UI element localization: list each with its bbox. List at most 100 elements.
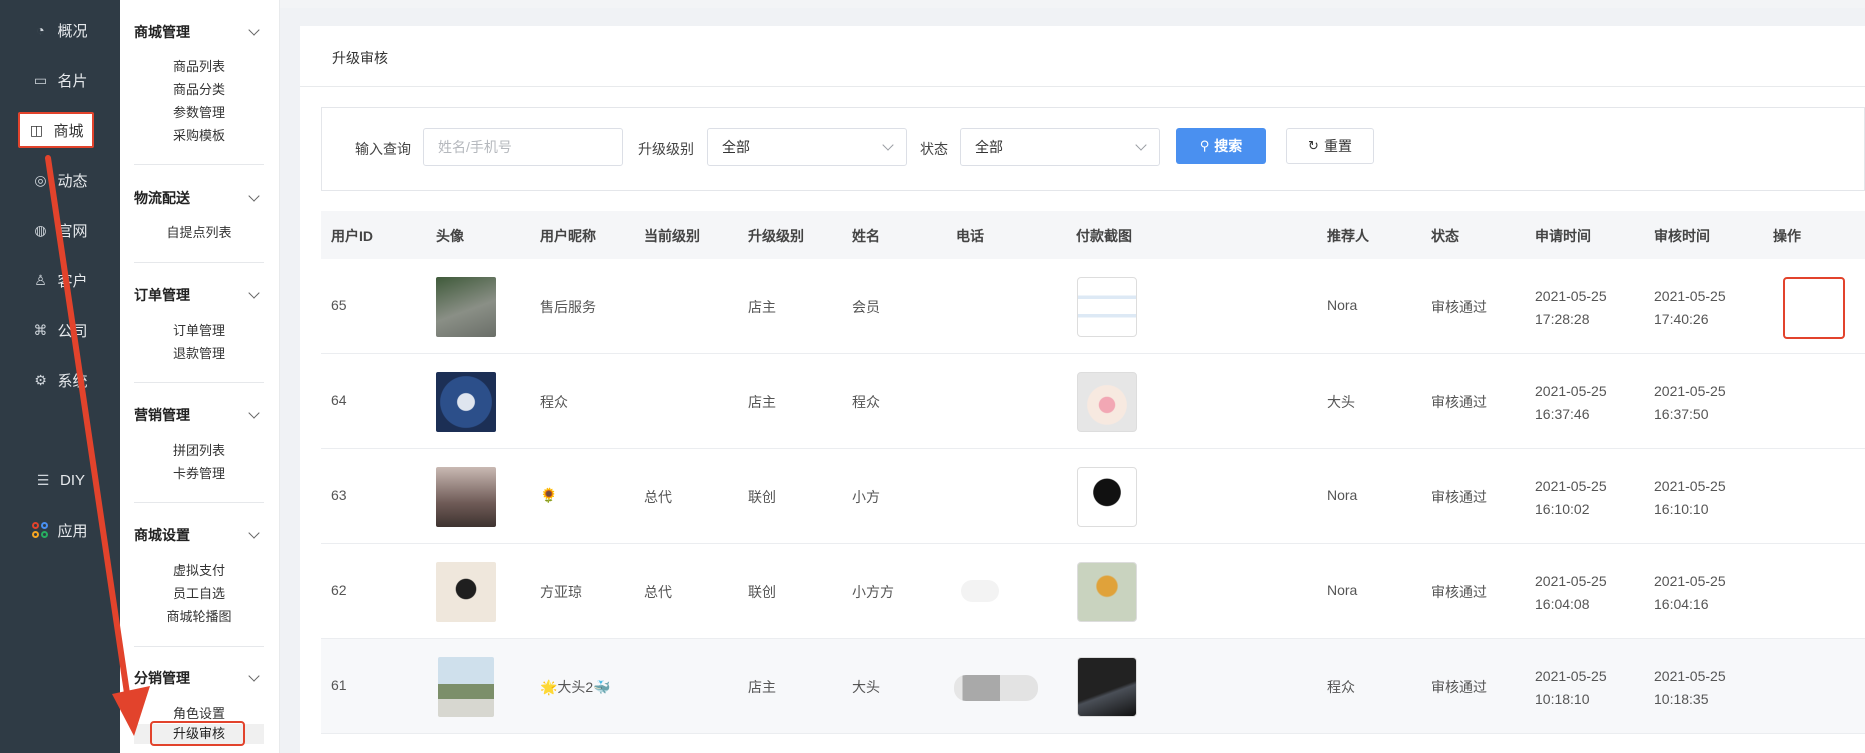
level-select[interactable]: 全部 bbox=[707, 128, 907, 166]
cell-referrer: 程众 bbox=[1327, 679, 1355, 695]
cell-status: 审核通过 bbox=[1431, 299, 1487, 315]
sidebar-item-company[interactable]: ⌘ 公司 bbox=[0, 312, 120, 348]
payment-screenshot[interactable] bbox=[1077, 467, 1137, 527]
title-divider bbox=[300, 86, 1865, 87]
menu-item-staff-select[interactable]: 员工自选 bbox=[134, 583, 264, 602]
table-row: 65 售后服务 店主 会员 Nora 审核通过 2021-05-25 17:28:… bbox=[321, 259, 1865, 354]
th-phone: 电话 bbox=[956, 228, 984, 244]
apps-icon bbox=[32, 522, 49, 538]
th-apply-time: 申请时间 bbox=[1535, 228, 1591, 244]
sidebar-item-apps[interactable]: 应用 bbox=[0, 512, 120, 548]
menu-divider bbox=[134, 502, 264, 503]
menu-group-marketing[interactable]: 营销管理 bbox=[134, 405, 264, 425]
main-sidebar: ◔ 概况 ▭ 名片 ◫ 商城 ◎ 动态 ◍ 官网 ♙ 客户 ⌘ 公司 ⚙ 系统 ☰ DIY 应用 bbox=[0, 0, 120, 753]
payment-screenshot[interactable] bbox=[1077, 562, 1137, 622]
sidebar-item-news[interactable]: ◎ 动态 bbox=[0, 162, 120, 198]
cell-upgrade-level: 店主 bbox=[748, 299, 776, 315]
th-current-level: 当前级别 bbox=[644, 228, 700, 244]
menu-item-role-settings[interactable]: 角色设置 bbox=[134, 703, 264, 722]
menu-group-distribution[interactable]: 分销管理 bbox=[134, 668, 264, 688]
main-panel: 升级审核 输入查询 姓名/手机号 升级级别 全部 状态 全部 ⚲ 搜索 ↻ 重置 用… bbox=[300, 26, 1865, 753]
sidebar-item-mall[interactable]: ◫ 商城 bbox=[18, 112, 94, 148]
menu-item-carousel[interactable]: 商城轮播图 bbox=[134, 606, 264, 625]
table-row: 62 方亚琼 总代 联创 小方方 Nora 审核通过 2021-05-25 16:… bbox=[321, 544, 1865, 639]
th-user-id: 用户ID bbox=[331, 228, 373, 244]
th-nickname: 用户昵称 bbox=[540, 228, 596, 244]
th-referrer: 推荐人 bbox=[1327, 228, 1369, 244]
menu-item-product-list[interactable]: 商品列表 bbox=[134, 56, 264, 75]
menu-divider bbox=[134, 646, 264, 647]
page-title: 升级审核 bbox=[332, 50, 388, 66]
avatar bbox=[436, 562, 496, 622]
cell-nickname: 🌟大头2🐳 bbox=[540, 679, 611, 695]
search-input[interactable]: 姓名/手机号 bbox=[423, 128, 623, 166]
menu-item-refund-manage[interactable]: 退款管理 bbox=[134, 343, 264, 362]
th-payment-screenshot: 付款截图 bbox=[1076, 228, 1132, 244]
search-button[interactable]: ⚲ 搜索 bbox=[1176, 128, 1266, 164]
cell-current-level: 总代 bbox=[644, 489, 672, 505]
actions-highlight[interactable] bbox=[1783, 277, 1845, 339]
sidebar-item-card[interactable]: ▭ 名片 bbox=[0, 62, 120, 98]
cell-referrer: Nora bbox=[1327, 297, 1358, 313]
menu-group-mall[interactable]: 商城管理 bbox=[134, 22, 264, 42]
menu-group-mall-settings[interactable]: 商城设置 bbox=[134, 525, 264, 545]
cell-nickname: 🌻 bbox=[540, 487, 558, 503]
payment-screenshot[interactable] bbox=[1077, 372, 1137, 432]
cell-current-level: 总代 bbox=[644, 584, 672, 600]
menu-item-pickup-points[interactable]: 自提点列表 bbox=[134, 222, 264, 241]
top-bar bbox=[280, 0, 1865, 8]
cell-audit-time: 2021-05-25 16:37:50 bbox=[1654, 383, 1726, 422]
cell-nickname: 方亚琼 bbox=[540, 584, 582, 600]
menu-item-order-manage[interactable]: 订单管理 bbox=[134, 320, 264, 339]
payment-screenshot[interactable] bbox=[1077, 277, 1137, 337]
status-select[interactable]: 全部 bbox=[960, 128, 1160, 166]
cell-status: 审核通过 bbox=[1431, 394, 1487, 410]
sidebar-item-system[interactable]: ⚙ 系统 bbox=[0, 362, 120, 398]
cell-upgrade-level: 店主 bbox=[748, 394, 776, 410]
redacted-phone bbox=[954, 675, 1038, 701]
cell-user-id: 63 bbox=[331, 487, 347, 503]
avatar bbox=[438, 657, 494, 717]
menu-group-orders[interactable]: 订单管理 bbox=[134, 285, 264, 305]
payment-screenshot[interactable] bbox=[1077, 657, 1137, 717]
card-icon: ▭ bbox=[33, 72, 48, 88]
sidebar-item-diy[interactable]: ☰ DIY bbox=[0, 462, 120, 498]
cell-audit-time: 2021-05-25 10:18:35 bbox=[1654, 668, 1726, 707]
th-status: 状态 bbox=[1431, 228, 1459, 244]
chevron-down-icon bbox=[248, 669, 260, 682]
chevron-down-icon bbox=[248, 286, 260, 299]
menu-item-product-category[interactable]: 商品分类 bbox=[134, 79, 264, 98]
sidebar-item-customer[interactable]: ♙ 客户 bbox=[0, 262, 120, 298]
menu-item-purchase-template[interactable]: 采购模板 bbox=[134, 125, 264, 144]
upgrade-review-highlight bbox=[150, 721, 245, 746]
cell-name: 小方 bbox=[852, 489, 880, 505]
avatar bbox=[436, 277, 496, 337]
menu-item-coupons[interactable]: 卡券管理 bbox=[134, 463, 264, 482]
sidebar-item-overview[interactable]: ◔ 概况 bbox=[0, 12, 120, 48]
th-name: 姓名 bbox=[852, 228, 880, 244]
pie-chart-icon: ◔ bbox=[36, 22, 45, 38]
cell-nickname: 程众 bbox=[540, 394, 568, 410]
menu-item-group-buy[interactable]: 拼团列表 bbox=[134, 440, 264, 459]
cell-apply-time: 2021-05-25 16:04:08 bbox=[1535, 573, 1607, 612]
reset-button[interactable]: ↻ 重置 bbox=[1286, 128, 1374, 164]
cell-user-id: 62 bbox=[331, 582, 347, 598]
menu-item-virtual-pay[interactable]: 虚拟支付 bbox=[134, 560, 264, 579]
menu-group-logistics[interactable]: 物流配送 bbox=[134, 188, 264, 208]
cell-audit-time: 2021-05-25 16:10:10 bbox=[1654, 478, 1726, 517]
cell-apply-time: 2021-05-25 10:18:10 bbox=[1535, 668, 1607, 707]
menu-divider bbox=[134, 262, 264, 263]
cell-referrer: Nora bbox=[1327, 582, 1358, 598]
cell-upgrade-level: 联创 bbox=[748, 584, 776, 600]
cell-status: 审核通过 bbox=[1431, 584, 1487, 600]
avatar bbox=[436, 467, 496, 527]
refresh-icon: ↻ bbox=[1308, 138, 1319, 153]
th-upgrade-level: 升级级别 bbox=[748, 228, 804, 244]
cell-name: 程众 bbox=[852, 394, 880, 410]
compass-icon: ◎ bbox=[34, 172, 47, 188]
sidebar-item-website[interactable]: ◍ 官网 bbox=[0, 212, 120, 248]
menu-item-params[interactable]: 参数管理 bbox=[134, 102, 264, 121]
chevron-down-icon bbox=[248, 189, 260, 202]
level-label: 升级级别 bbox=[638, 141, 694, 157]
th-actions: 操作 bbox=[1773, 228, 1801, 244]
